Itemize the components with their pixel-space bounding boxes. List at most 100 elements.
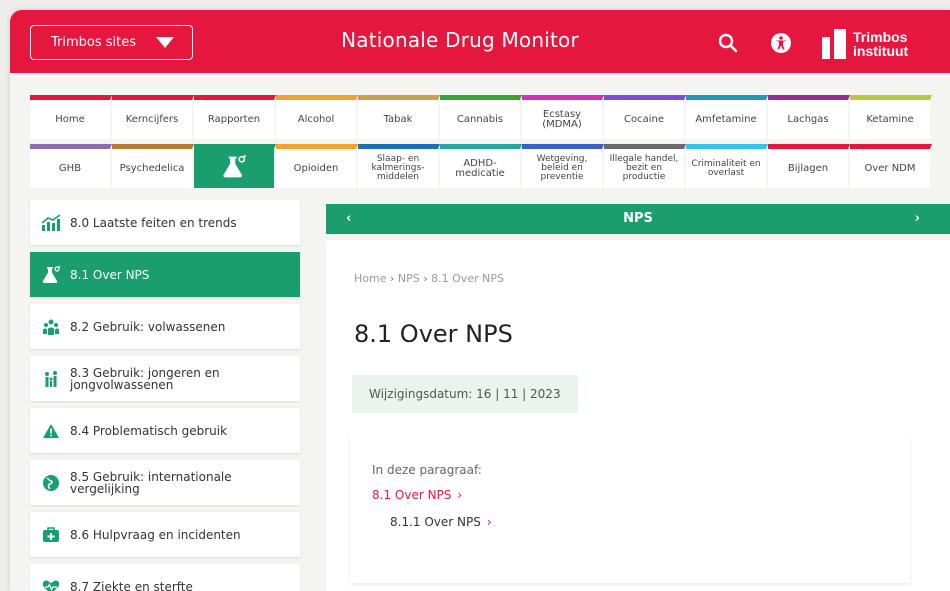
chart-icon: [40, 212, 62, 234]
sidebar-item-label: 8.4 Problematisch gebruik: [70, 423, 228, 438]
trimbos-sites-dropdown[interactable]: Trimbos sites: [30, 25, 193, 60]
sidebar-item-8-0[interactable]: 8.0 Laatste feiten en trends: [30, 200, 300, 245]
logo-line1: Trimbos: [853, 29, 908, 45]
nav-item-label: ADHD-medicatie: [455, 157, 505, 179]
medical-kit-icon: [40, 524, 62, 546]
chevron-down-icon: [156, 37, 174, 48]
nav-item-home[interactable]: Home: [30, 95, 112, 139]
nav-item-label: Over NDM: [864, 162, 916, 174]
flask-icon: [221, 154, 247, 183]
nav-item-opioiden[interactable]: Opioiden: [276, 144, 358, 188]
nav-item-label: Tabak: [383, 113, 413, 125]
sidebar-item-8-2[interactable]: 8.2 Gebruik: volwassenen: [30, 304, 300, 349]
nav-item-lachgas[interactable]: Lachgas: [768, 95, 850, 139]
section-bar: ‹ NPS ›: [326, 204, 950, 234]
sidebar-item-8-5[interactable]: 8.5 Gebruik: internationale vergelijking: [30, 460, 300, 505]
breadcrumb-home[interactable]: Home: [354, 272, 386, 285]
nav-item-label: Home: [55, 113, 85, 125]
site-title[interactable]: Nationale Drug Monitor: [340, 28, 580, 52]
sites-label: Trimbos sites: [51, 35, 137, 50]
sidebar-item-8-1[interactable]: 8.1 Over NPS: [30, 252, 300, 297]
nav-item-kerncijfers[interactable]: Kerncijfers: [112, 95, 194, 139]
nav-item-label: GHB: [58, 162, 82, 174]
trimbos-logo[interactable]: Trimbos instituut: [822, 24, 942, 64]
sidebar-item-label: 8.3 Gebruik: jongeren en jongvolwassenen: [70, 365, 220, 392]
logo-mark-icon: [822, 29, 846, 59]
search-icon[interactable]: [718, 33, 738, 53]
main-nav: Home Kerncijfers Rapporten Alcohol Tabak Cann…: [30, 95, 950, 188]
people-group-icon: [40, 316, 62, 338]
sidebar-item-8-3[interactable]: 8.3 Gebruik: jongeren en jongvolwassenen: [30, 356, 300, 401]
toc-link-label: 8.1 Over NPS: [372, 488, 452, 502]
breadcrumb-separator: ›: [389, 272, 395, 285]
sidebar-item-label: 8.5 Gebruik: internationale vergelijking: [70, 469, 232, 496]
main-content: Home › NPS › 8.1 Over NPS 8.1 Over NPS W…: [326, 240, 950, 591]
nav-item-label: Psychedelica: [119, 162, 185, 174]
nav-item-cannabis[interactable]: Cannabis: [440, 95, 522, 139]
toc-link-8-1-1[interactable]: 8.1.1 Over NPS ›: [390, 515, 492, 529]
nav-item-illegale-handel-bezit-en-productie[interactable]: Illegale handel, bezit en productie: [604, 144, 686, 188]
sidebar-item-label: 8.1 Over NPS: [70, 267, 150, 282]
sidebar-item-8-4[interactable]: 8.4 Problematisch gebruik: [30, 408, 300, 453]
warning-icon: [40, 420, 62, 442]
accessibility-icon[interactable]: [770, 32, 792, 54]
nav-item-ecstasy-mdma[interactable]: Ecstasy (MDMA): [522, 95, 604, 139]
sidebar-item-label: 8.7 Ziekte en sterfte: [70, 579, 193, 591]
nav-item-label: Bijlagen: [787, 162, 829, 174]
nav-item-label: Lachgas: [787, 113, 829, 125]
nav-item-slaap-en-kalmerings-middelen[interactable]: Slaap- en kalmerings-middelen: [358, 144, 440, 188]
breadcrumb-section[interactable]: NPS: [398, 272, 420, 285]
breadcrumb-separator: ›: [423, 272, 428, 285]
nav-item-label: Ecstasy (MDMA): [542, 108, 582, 130]
nav-row-2: GHB Psychedelica Opioiden Slaap- en kalmeri…: [30, 144, 950, 188]
nav-item-over-ndm[interactable]: Over NDM: [850, 144, 932, 188]
nav-item-label: Alcohol: [297, 113, 335, 125]
nav-item-label: Illegale handel, bezit en productie: [609, 154, 679, 182]
logo-line2: instituut: [853, 43, 909, 59]
section-bar-title: NPS: [623, 211, 653, 226]
page-title: 8.1 Over NPS: [354, 320, 513, 348]
nav-item-alcohol[interactable]: Alcohol: [276, 95, 358, 139]
nav-item-amfetamine[interactable]: Amfetamine: [686, 95, 768, 139]
nav-item-label: Opioiden: [293, 162, 339, 174]
nav-item-label: Kerncijfers: [125, 113, 179, 125]
nav-item-label: Wetgeving, beleid en preventie: [536, 154, 588, 182]
nav-item-label: Slaap- en kalmerings-middelen: [371, 154, 425, 182]
toc-link-8-1[interactable]: 8.1 Over NPS ›: [372, 488, 462, 502]
nav-item-label: Rapporten: [207, 113, 261, 125]
nav-item-psychedelica[interactable]: Psychedelica: [112, 144, 194, 188]
nav-item-criminaliteit-en-overlast[interactable]: Criminaliteit en overlast: [686, 144, 768, 188]
chevron-right-icon: ›: [486, 515, 492, 529]
nav-item-nps[interactable]: [194, 144, 276, 188]
nav-item-cocaine[interactable]: Cocaine: [604, 95, 686, 139]
sidebar-item-label: 8.0 Laatste feiten en trends: [70, 215, 237, 230]
nav-item-ghb[interactable]: GHB: [30, 144, 112, 188]
sidebar-item-8-7[interactable]: 8.7 Ziekte en sterfte: [30, 564, 300, 591]
nav-item-label: Cocaine: [624, 113, 664, 125]
nav-item-label: Ketamine: [866, 113, 914, 125]
nav-item-label: Criminaliteit en overlast: [691, 158, 761, 178]
nav-item-rapporten[interactable]: Rapporten: [194, 95, 276, 139]
nav-item-adhd-medicatie[interactable]: ADHD-medicatie: [440, 144, 522, 188]
nav-item-label: Cannabis: [456, 113, 504, 125]
nav-item-wetgeving-beleid-en-preventie[interactable]: Wetgeving, beleid en preventie: [522, 144, 604, 188]
sidebar-item-label: 8.2 Gebruik: volwassenen: [70, 319, 226, 334]
sidebar-item-label: 8.6 Hulpvraag en incidenten: [70, 527, 241, 542]
toc-heading: In deze paragraaf:: [372, 463, 482, 477]
modified-date-badge: Wijzigingsdatum: 16 | 11 | 2023: [352, 375, 578, 413]
chapter-sidebar: 8.0 Laatste feiten en trends 8.1 Over NPS…: [30, 200, 302, 591]
breadcrumb: Home › NPS › 8.1 Over NPS: [354, 272, 504, 285]
page-frame: Trimbos sites Nationale Drug Monitor Tri…: [10, 10, 950, 591]
breadcrumb-current: 8.1 Over NPS: [431, 272, 504, 285]
next-section-arrow[interactable]: ›: [915, 211, 920, 226]
people-young-icon: [40, 368, 62, 390]
site-header: Trimbos sites Nationale Drug Monitor Tri…: [10, 10, 950, 73]
sidebar-item-8-6[interactable]: 8.6 Hulpvraag en incidenten: [30, 512, 300, 557]
nav-item-label: Amfetamine: [695, 113, 757, 125]
nav-row-1: Home Kerncijfers Rapporten Alcohol Tabak Cann…: [30, 95, 950, 139]
toc-link-label: 8.1.1 Over NPS: [390, 515, 481, 529]
nav-item-ketamine[interactable]: Ketamine: [850, 95, 932, 139]
nav-item-tabak[interactable]: Tabak: [358, 95, 440, 139]
nav-item-bijlagen[interactable]: Bijlagen: [768, 144, 850, 188]
paragraph-toc: In deze paragraaf: 8.1 Over NPS › 8.1.1 O…: [350, 433, 910, 583]
